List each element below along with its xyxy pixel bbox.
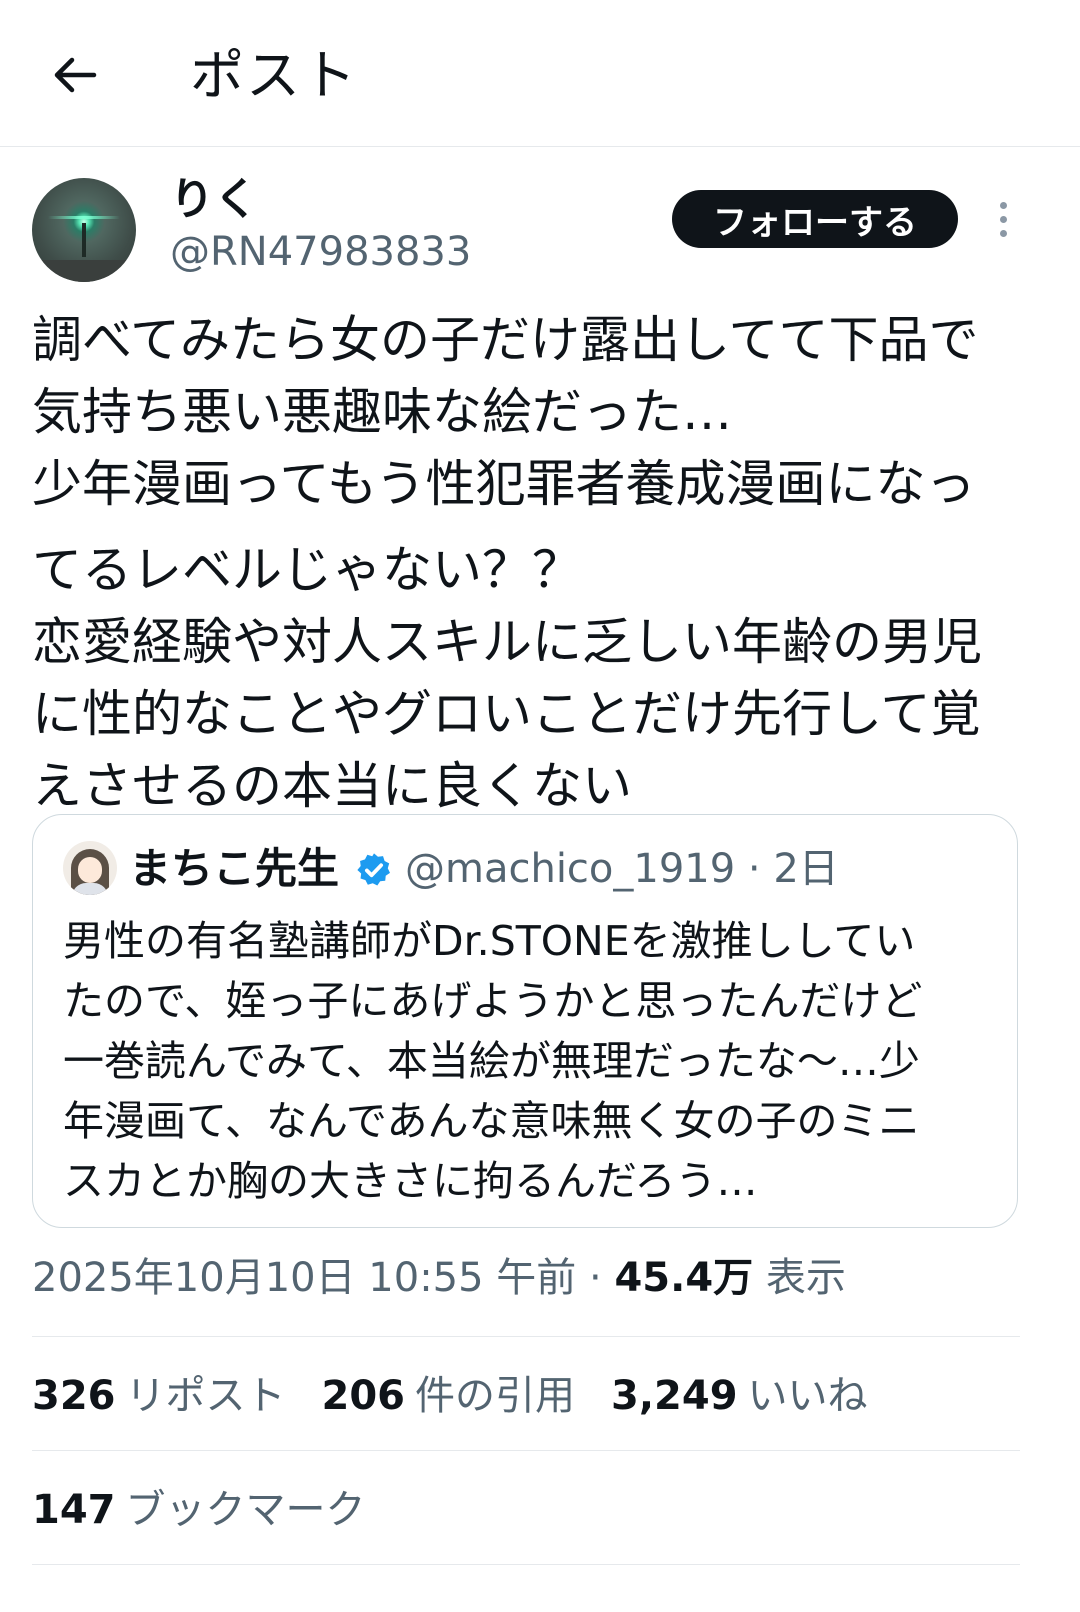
quoted-avatar[interactable]	[63, 841, 117, 895]
top-bar: ポスト	[0, 0, 1080, 147]
post-text-line: 気持ち悪い悪趣味な絵だった…	[32, 383, 732, 441]
more-button[interactable]	[978, 194, 1028, 244]
post-text-line: てるレベルじゃない？？	[32, 541, 582, 599]
back-button[interactable]	[40, 40, 110, 110]
quoted-text-line: スカとか胸の大きさに拘るんだろう…	[63, 1157, 758, 1205]
avatar[interactable]	[32, 178, 136, 282]
quoted-display-name: まちこ先生	[129, 844, 340, 893]
quotes-count: 206	[321, 1373, 406, 1419]
quotes-stat[interactable]: 206 件の引用	[322, 1366, 576, 1426]
timestamp-text: 2025年10月10日 10:55 午前 ·	[32, 1255, 615, 1301]
reposts-count: 326	[32, 1373, 116, 1419]
arrow-left-icon	[54, 57, 97, 93]
quoted-post-body: 男性の有名塾講師がDr.STONEを激推ししてい たので、姪っ子にあげようかと思…	[63, 911, 1003, 1211]
quotes-label: 件の引用	[415, 1373, 575, 1419]
divider	[32, 1336, 1020, 1337]
quoted-text-line: たので、姪っ子にあげようかと思ったんだけど	[63, 977, 923, 1025]
verified-badge-icon	[357, 853, 390, 886]
engagement-stats: 326 リポスト 206 件の引用 3,249 いいね	[32, 1366, 868, 1426]
page-title: ポスト	[190, 44, 358, 107]
post-text-line: 調べてみたら女の子だけ露出してて下品で	[32, 311, 979, 369]
likes-label: いいね	[747, 1373, 868, 1419]
quoted-post-card[interactable]: まちこ先生 @machico_1919 · 2日 男性の有名塾講師がDr.STO…	[32, 814, 1018, 1228]
divider	[32, 1564, 1020, 1565]
views-label: 表示	[753, 1255, 846, 1301]
divider	[32, 1450, 1020, 1451]
more-vertical-icon	[999, 201, 1007, 209]
bookmarks-label: ブックマーク	[125, 1487, 366, 1533]
bookmarks-stat[interactable]: 147 ブックマーク	[32, 1480, 366, 1540]
post-text-line: 少年漫画ってもう性犯罪者養成漫画になっ	[32, 455, 976, 513]
post-timestamp[interactable]: 2025年10月10日 10:55 午前 · 45.4万 表示	[32, 1250, 846, 1306]
follow-button[interactable]: フォローする	[672, 190, 958, 248]
quoted-text-line: 男性の有名塾講師がDr.STONEを激推ししてい	[63, 917, 916, 965]
likes-stat[interactable]: 3,249 いいね	[611, 1366, 868, 1426]
post-text-line: えさせるの本当に良くない	[32, 757, 632, 815]
post-body: 調べてみたら女の子だけ露出してて下品で 気持ち悪い悪趣味な絵だった… 少年漫画っ…	[32, 304, 1032, 822]
quoted-handle-and-time: @machico_1919 · 2日	[405, 846, 839, 892]
quoted-text-line: 一巻読んでみて、本当絵が無理だったな〜…少	[63, 1037, 920, 1085]
views-count: 45.4万	[614, 1255, 754, 1301]
bookmarks-count: 147	[32, 1487, 116, 1533]
likes-count: 3,249	[611, 1373, 738, 1419]
reposts-stat[interactable]: 326 リポスト	[32, 1366, 286, 1426]
reposts-label: リポスト	[125, 1373, 286, 1419]
author-handle[interactable]: @RN47983833	[170, 226, 471, 278]
author-display-name[interactable]: りく	[170, 172, 258, 228]
quoted-text-line: 年漫画て、なんであんな意味無く女の子のミニ	[63, 1097, 920, 1145]
post-text-line: 恋愛経験や対人スキルに乏しい年齢の男児	[32, 613, 982, 671]
post-text-line: に性的なことやグロいことだけ先行して覚	[32, 685, 981, 743]
